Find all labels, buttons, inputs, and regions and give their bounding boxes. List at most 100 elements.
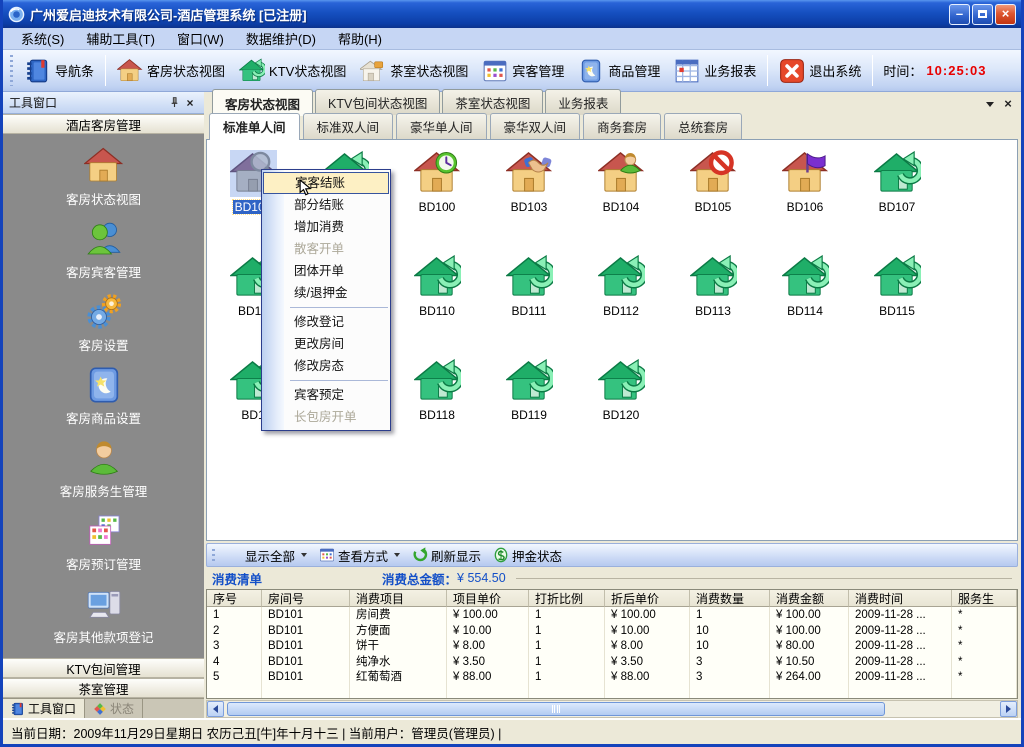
table-header-cell[interactable]: 服务生 xyxy=(952,590,1017,607)
room-bd118[interactable]: BD118 xyxy=(391,356,483,452)
refresh-button[interactable]: 刷新显示 xyxy=(406,544,487,567)
tab-status[interactable]: 状态 xyxy=(85,699,143,718)
sidebar-close-icon[interactable]: × xyxy=(182,95,198,110)
menu-item-add-consumption[interactable]: 增加消费 xyxy=(262,216,390,238)
view-mode-calendar-icon xyxy=(319,547,335,563)
menu-data-maintain[interactable]: 数据维护(D) xyxy=(236,27,328,50)
tab-deluxe-double[interactable]: 豪华双人间 xyxy=(490,113,581,139)
sidebar-item-room-status[interactable]: 客房状态视图 xyxy=(3,146,204,208)
tab-tool-window[interactable]: 工具窗口 xyxy=(3,699,85,718)
table-cell: ¥ 10.00 xyxy=(605,623,690,639)
tab-business-report[interactable]: 业务报表 xyxy=(545,89,621,115)
toolbar-grip[interactable] xyxy=(212,549,215,561)
room-bd105[interactable]: BD105 xyxy=(667,148,759,244)
table-horizontal-scrollbar[interactable] xyxy=(206,700,1018,718)
toolbar-guest-manage-button[interactable]: 宾客管理 xyxy=(475,54,571,88)
room-bd103[interactable]: BD103 xyxy=(483,148,575,244)
close-button[interactable]: × xyxy=(995,4,1016,25)
toolbar-ktv-status-button[interactable]: KTV状态视图 xyxy=(232,54,353,88)
toolbar-room-status-button[interactable]: 客房状态视图 xyxy=(110,54,232,88)
room-bd111[interactable]: BD111 xyxy=(483,252,575,348)
table-row[interactable]: 3 BD101 饼干 ¥ 8.00 1 ¥ 8.00 10 ¥ 80.00 20… xyxy=(207,638,1017,654)
maximize-button[interactable] xyxy=(972,4,993,25)
table-cell: 房间费 xyxy=(350,607,447,623)
table-cell: * xyxy=(952,669,1017,685)
menu-item-partial-checkout[interactable]: 部分结账 xyxy=(262,194,390,216)
sidebar-item-room-guests[interactable]: 客房宾客管理 xyxy=(3,219,204,281)
tab-close-icon[interactable]: × xyxy=(1000,96,1016,112)
scrollbar-thumb[interactable] xyxy=(227,702,885,716)
sidebar-item-room-booking[interactable]: 客房预订管理 xyxy=(3,511,204,573)
table-header-cell[interactable]: 消费金额 xyxy=(770,590,849,607)
room-bd115[interactable]: BD115 xyxy=(851,252,943,348)
room-bd119[interactable]: BD119 xyxy=(483,356,575,452)
minimize-button[interactable]: – xyxy=(949,4,970,25)
deposit-dollar-icon xyxy=(493,547,509,563)
sidebar-group-hotel-rooms[interactable]: 酒店客房管理 xyxy=(3,114,204,134)
menu-system[interactable]: 系统(S) xyxy=(11,27,76,50)
tab-deluxe-single[interactable]: 豪华单人间 xyxy=(396,113,487,139)
table-header-cell[interactable]: 序号 xyxy=(207,590,262,607)
table-row[interactable]: 1 BD101 房间费 ¥ 100.00 1 ¥ 100.00 1 ¥ 100.… xyxy=(207,607,1017,623)
tab-tearoom-status-view[interactable]: 茶室状态视图 xyxy=(442,89,543,115)
menu-item-modify-registration[interactable]: 修改登记 xyxy=(262,311,390,333)
scroll-left-icon[interactable] xyxy=(207,701,224,717)
tab-standard-double[interactable]: 标准双人间 xyxy=(303,113,394,139)
menu-aux-tools[interactable]: 辅助工具(T) xyxy=(76,27,167,50)
table-header-cell[interactable]: 折后单价 xyxy=(605,590,690,607)
room-bd100[interactable]: BD100 xyxy=(391,148,483,244)
menu-window[interactable]: 窗口(W) xyxy=(167,27,236,50)
toolbar-grip[interactable] xyxy=(10,55,13,86)
pin-icon[interactable] xyxy=(166,95,182,110)
tab-standard-single[interactable]: 标准单人间 xyxy=(209,113,300,140)
room-bd110[interactable]: BD110 xyxy=(391,252,483,348)
tab-list-dropdown-icon[interactable] xyxy=(982,96,998,112)
sidebar-item-room-waiters[interactable]: 客房服务生管理 xyxy=(3,438,204,500)
table-header-cell[interactable]: 消费数量 xyxy=(690,590,770,607)
tab-business-suite[interactable]: 商务套房 xyxy=(583,113,661,139)
menu-help[interactable]: 帮助(H) xyxy=(328,27,394,50)
table-header-cell[interactable]: 消费项目 xyxy=(350,590,447,607)
toolbar-exit-button[interactable]: 退出系统 xyxy=(772,54,868,88)
sidebar-item-room-goods[interactable]: 客房商品设置 xyxy=(3,365,204,427)
deposit-status-button[interactable]: 押金状态 xyxy=(487,544,568,567)
sidebar-item-room-settings[interactable]: 客房设置 xyxy=(3,292,204,354)
room-bd114[interactable]: BD114 xyxy=(759,252,851,348)
toolbar-report-button[interactable]: 业务报表 xyxy=(667,54,763,88)
room-bd107[interactable]: BD107 xyxy=(851,148,943,244)
app-logo-icon xyxy=(8,6,25,23)
table-cell: 10 xyxy=(690,638,770,654)
toolbar-goods-manage-button[interactable]: 商品管理 xyxy=(571,54,667,88)
tab-ktv-room-status-view[interactable]: KTV包间状态视图 xyxy=(315,89,440,115)
table-header-cell[interactable]: 房间号 xyxy=(262,590,350,607)
toolbar-tearoom-status-button[interactable]: 茶室状态视图 xyxy=(353,54,475,88)
view-mode-button[interactable]: 查看方式 xyxy=(313,544,406,567)
menu-item-deposit-renew-refund[interactable]: 续/退押金 xyxy=(262,282,390,304)
tab-room-status-view[interactable]: 客房状态视图 xyxy=(212,89,313,116)
room-bd120[interactable]: BD120 xyxy=(575,356,667,452)
sidebar-group-tearoom[interactable]: 茶室管理 xyxy=(3,678,204,698)
menu-item-guest-checkout[interactable]: 宾客结账 xyxy=(263,172,389,194)
table-row[interactable]: 4 BD101 纯净水 ¥ 3.50 1 ¥ 3.50 3 ¥ 10.50 20… xyxy=(207,654,1017,670)
show-all-button[interactable]: 显示全部 xyxy=(220,544,313,567)
menu-item-change-room[interactable]: 更改房间 xyxy=(262,333,390,355)
room-bd106[interactable]: BD106 xyxy=(759,148,851,244)
sidebar-item-room-other-charges[interactable]: 客房其他款项登记 xyxy=(3,584,204,646)
menu-item-group-open[interactable]: 团体开单 xyxy=(262,260,390,282)
room-bd113[interactable]: BD113 xyxy=(667,252,759,348)
sidebar-bottom-tabs: 工具窗口 状态 xyxy=(3,698,204,718)
toolbar-navigator-button[interactable]: 导航条 xyxy=(18,54,101,88)
table-header-cell[interactable]: 打折比例 xyxy=(529,590,605,607)
table-row[interactable]: 2 BD101 方便面 ¥ 10.00 1 ¥ 10.00 10 ¥ 100.0… xyxy=(207,623,1017,639)
tab-presidential-suite[interactable]: 总统套房 xyxy=(664,113,742,139)
sidebar-group-ktv[interactable]: KTV包间管理 xyxy=(3,658,204,678)
room-bd112[interactable]: BD112 xyxy=(575,252,667,348)
table-header-cell[interactable]: 项目单价 xyxy=(447,590,529,607)
menu-item-modify-room-state[interactable]: 修改房态 xyxy=(262,355,390,377)
scroll-right-icon[interactable] xyxy=(1000,701,1017,717)
room-bd104[interactable]: BD104 xyxy=(575,148,667,244)
menu-item-guest-reservation[interactable]: 宾客预定 xyxy=(262,384,390,406)
table-row[interactable]: 5 BD101 红葡萄酒 ¥ 88.00 1 ¥ 88.00 3 ¥ 264.0… xyxy=(207,669,1017,685)
room-label: BD100 xyxy=(417,200,458,214)
table-header-cell[interactable]: 消费时间 xyxy=(849,590,952,607)
